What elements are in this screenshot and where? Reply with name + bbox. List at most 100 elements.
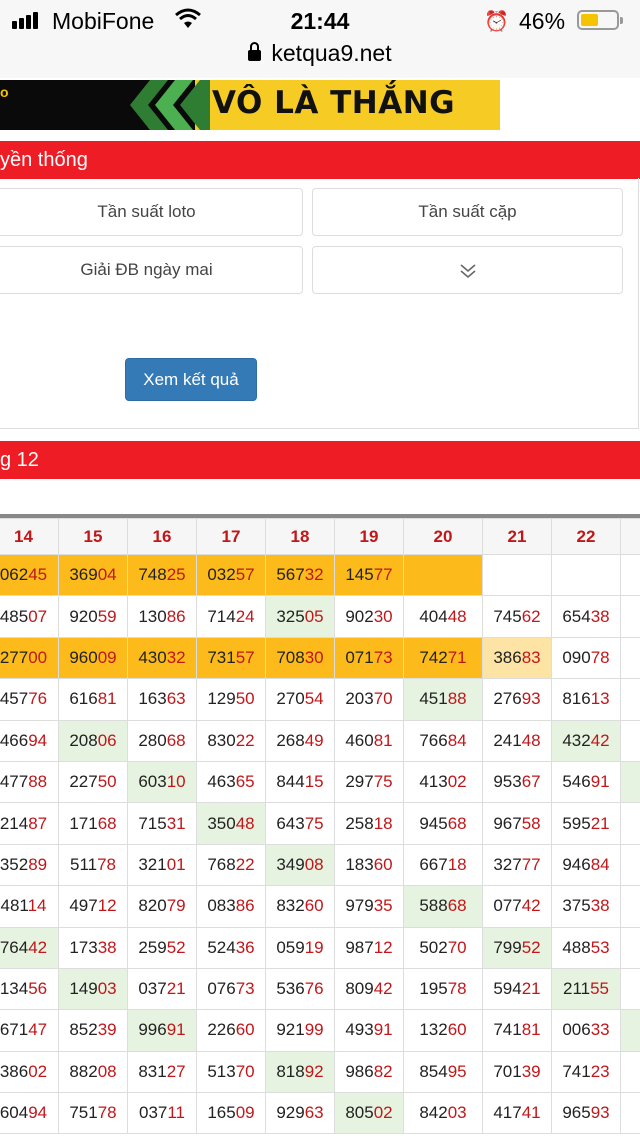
table-row: 3860288208831275137081892986828549570139… <box>0 1051 640 1092</box>
loto-frequency-button[interactable]: Tần suất loto <box>0 188 303 236</box>
result-cell: 49391 <box>335 1010 404 1051</box>
result-cell: 53676 <box>266 968 335 1009</box>
result-cell: 59521 <box>552 803 621 844</box>
result-cell: 74271 <box>404 637 483 678</box>
result-cell: 96758 <box>483 803 552 844</box>
result-cell: 88208 <box>59 1051 128 1092</box>
result-cell: 26849 <box>266 720 335 761</box>
result-cell: 99691 <box>128 1010 197 1051</box>
result-cell: 74562 <box>483 596 552 637</box>
result-cell: 8 <box>621 679 640 720</box>
more-dropdown[interactable] <box>312 246 623 294</box>
result-cell: 94684 <box>552 844 621 885</box>
result-cell: 74123 <box>552 1051 621 1092</box>
result-cell: 03721 <box>128 968 197 1009</box>
result-cell: 71531 <box>128 803 197 844</box>
result-cell: 64375 <box>266 803 335 844</box>
result-cell: 32101 <box>128 844 197 885</box>
result-cell: 36904 <box>59 555 128 596</box>
table-row: 2770096009430327315770830071737427138683… <box>0 637 640 678</box>
address-bar[interactable]: ketqua9.net <box>0 40 640 78</box>
battery-icon <box>577 10 619 30</box>
result-cell: 05919 <box>266 927 335 968</box>
result-cell: 03257 <box>197 555 266 596</box>
result-cell: 70830 <box>266 637 335 678</box>
alarm-icon: ⏰ <box>484 9 509 34</box>
result-cell: 20370 <box>335 679 404 720</box>
column-header: 18 <box>266 519 335 555</box>
result-cell: 74825 <box>128 555 197 596</box>
result-cell: 92059 <box>59 596 128 637</box>
special-prize-button[interactable]: Giải ĐB ngày mai <box>0 246 303 294</box>
result-cell: 48507 <box>0 596 59 637</box>
result-cell: 95367 <box>483 761 552 802</box>
ad-banner[interactable]: o VÔ LÀ THẮNG <box>0 80 500 130</box>
result-cell: 46365 <box>197 761 266 802</box>
result-cell: 70139 <box>483 1051 552 1092</box>
table-row: 3528951178321017682234908183606671832777… <box>0 844 640 885</box>
result-cell: 60494 <box>0 1093 59 1134</box>
result-cell: 94568 <box>404 803 483 844</box>
results-table-container[interactable]: 141516171819202122 062453690474825032575… <box>0 514 640 1140</box>
result-cell: 48853 <box>552 927 621 968</box>
table-row: 062453690474825032575673214577 <box>0 555 640 596</box>
result-cell: 22660 <box>197 1010 266 1051</box>
result-cell: 73157 <box>197 637 266 678</box>
result-cell: 83260 <box>266 886 335 927</box>
result-cell: 50270 <box>404 927 483 968</box>
result-cell: 74181 <box>483 1010 552 1051</box>
result-cell: 51370 <box>197 1051 266 1092</box>
table-row: 2148717168715313504864375258189456896758… <box>0 803 640 844</box>
result-cell: 40448 <box>404 596 483 637</box>
table-row: 6714785239996912266092199493911326074181… <box>0 1010 640 1051</box>
result-cell: 22750 <box>59 761 128 802</box>
result-cell: 17168 <box>59 803 128 844</box>
table-row: 4811449712820790838683260979355886807742… <box>0 886 640 927</box>
result-cell: 27054 <box>266 679 335 720</box>
result-cell: 52436 <box>197 927 266 968</box>
result-cell: 13086 <box>128 596 197 637</box>
result-cell: 98712 <box>335 927 404 968</box>
result-cell: 3 <box>621 596 640 637</box>
result-cell: 7 <box>621 720 640 761</box>
result-cell: 5 <box>621 803 640 844</box>
result-cell: 6 <box>621 968 640 1009</box>
result-cell: 76442 <box>0 927 59 968</box>
result-cell: 79952 <box>483 927 552 968</box>
view-results-button[interactable]: Xem kết quả <box>125 358 257 401</box>
result-cell: 56732 <box>266 555 335 596</box>
table-row: 4850792059130867142432505902304044874562… <box>0 596 640 637</box>
pair-frequency-button[interactable]: Tần suất cặp <box>312 188 623 236</box>
column-header: 17 <box>197 519 266 555</box>
column-header: 15 <box>59 519 128 555</box>
result-cell: 27700 <box>0 637 59 678</box>
result-cell: 47788 <box>0 761 59 802</box>
result-cell: 58868 <box>404 886 483 927</box>
result-cell: 83127 <box>128 1051 197 1092</box>
result-cell: 08386 <box>197 886 266 927</box>
result-cell: 41741 <box>483 1093 552 1134</box>
result-cell: 19578 <box>404 968 483 1009</box>
result-cell: 54691 <box>552 761 621 802</box>
result-cell: 25952 <box>128 927 197 968</box>
result-cell: 46694 <box>0 720 59 761</box>
result-cell: 59421 <box>483 968 552 1009</box>
table-row: 1345614903037210767353676809421957859421… <box>0 968 640 1009</box>
result-cell: 51178 <box>59 844 128 885</box>
result-cell: 66718 <box>404 844 483 885</box>
result-cell: 27693 <box>483 679 552 720</box>
result-cell: 16509 <box>197 1093 266 1134</box>
result-cell: 16363 <box>128 679 197 720</box>
column-header: 22 <box>552 519 621 555</box>
double-chevron-down-icon <box>459 263 477 279</box>
result-cell: 84203 <box>404 1093 483 1134</box>
result-cell: 96009 <box>59 637 128 678</box>
result-cell: 29775 <box>335 761 404 802</box>
result-cell: 85495 <box>404 1051 483 1092</box>
result-cell: 98682 <box>335 1051 404 1092</box>
result-cell: 43032 <box>128 637 197 678</box>
result-cell: 37538 <box>552 886 621 927</box>
result-cell: 38602 <box>0 1051 59 1092</box>
section-header-2: g 12 <box>0 441 640 479</box>
result-cell: 06245 <box>0 555 59 596</box>
